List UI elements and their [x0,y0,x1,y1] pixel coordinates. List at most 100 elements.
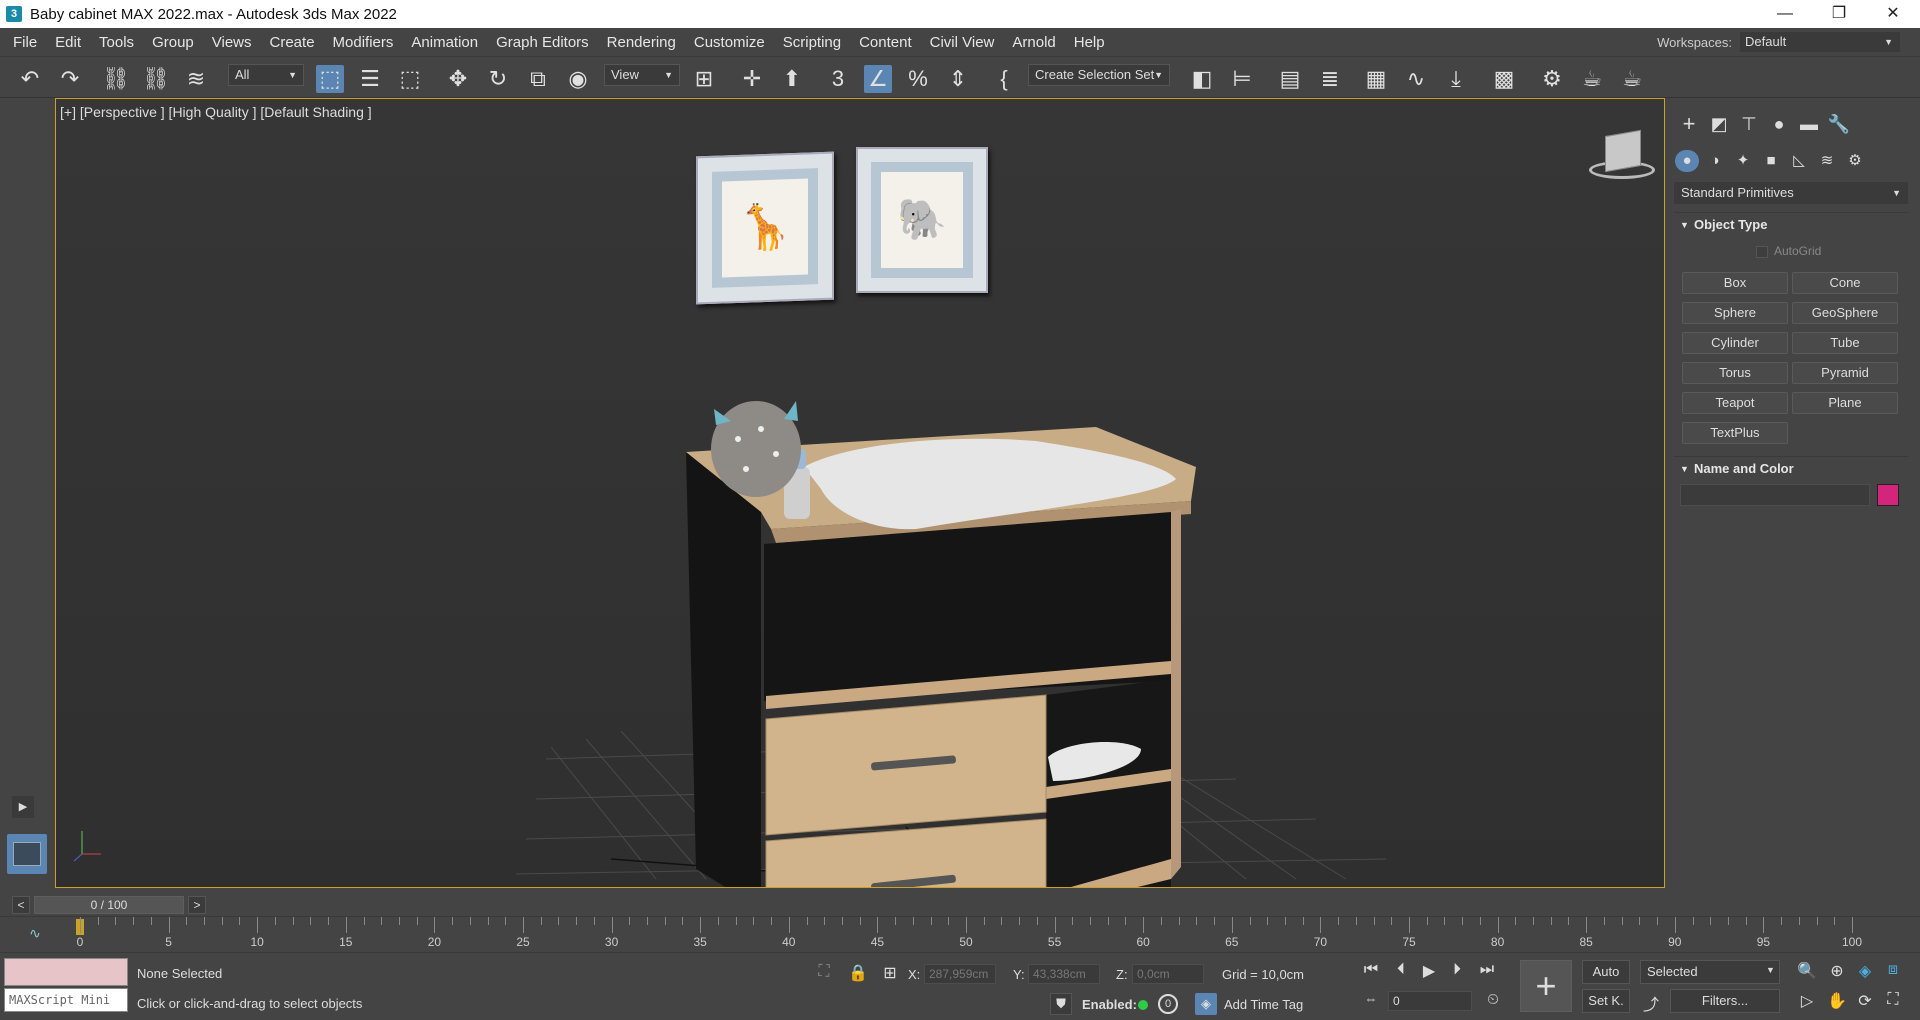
box-button[interactable]: Box [1682,272,1788,294]
undo-icon[interactable]: ↶ [16,65,44,93]
edit-named-selection-icon[interactable]: { [990,65,1018,93]
object-color-swatch[interactable] [1877,484,1899,506]
object-type-rollout[interactable]: Object Type [1674,212,1908,237]
giraffe-picture-frame[interactable]: 🦒 [696,151,834,305]
key-filters-button[interactable]: Filters... [1670,989,1780,1013]
curve-editor-mini-icon[interactable]: ∿ [22,925,48,943]
pan-view-icon[interactable]: ✋ [1826,991,1848,1011]
maxscript-listener-top[interactable] [4,958,128,986]
geosphere-button[interactable]: GeoSphere [1792,302,1898,324]
frame-counter-slider[interactable]: 0 / 100 [34,896,184,914]
viewport-layout-tab[interactable] [7,834,47,874]
cameras-icon[interactable]: ■ [1759,150,1783,172]
align-icon[interactable]: ⊨ [1228,65,1256,93]
set-key-big-button[interactable]: + [1520,960,1572,1012]
modify-tab-icon[interactable]: ◩ [1706,112,1732,136]
key-filter-dropdown[interactable]: Selected [1640,960,1780,984]
zoom-icon[interactable]: 🔍 [1796,961,1818,981]
menu-content[interactable]: Content [850,34,921,51]
maximize-viewport-icon[interactable]: ⛶ [1882,991,1904,1009]
helpers-icon[interactable]: ◺ [1787,150,1811,172]
zoom-extents-icon[interactable]: ◈ [1854,961,1876,981]
space-warps-icon[interactable]: ≋ [1815,150,1839,172]
snaps-toggle-icon[interactable]: 3 [824,65,852,93]
sphere-button[interactable]: Sphere [1682,302,1788,324]
play-icon[interactable]: ▶ [1418,961,1440,981]
baby-changing-cabinet[interactable] [616,389,1216,888]
select-move-icon[interactable]: ✥ [444,65,472,93]
expand-tabs-icon[interactable]: ▶ [12,796,34,818]
menu-edit[interactable]: Edit [46,34,90,51]
orbit-icon[interactable]: ⟳ [1854,991,1876,1011]
minimize-button[interactable]: — [1758,0,1812,28]
link-icon[interactable]: ⛓ [102,65,130,93]
select-scale-icon[interactable]: ⧉ [524,65,552,93]
object-name-field[interactable] [1680,484,1870,506]
close-button[interactable]: ✕ [1866,0,1920,28]
scene-explorer-icon[interactable]: ▤ [1276,65,1304,93]
next-frame-icon[interactable]: ⏵ [1446,961,1468,979]
shapes-icon[interactable]: ◑ [1703,150,1727,172]
menu-file[interactable]: File [0,34,46,51]
named-selection-dropdown[interactable]: Create Selection Set [1028,64,1170,86]
redo-icon[interactable]: ↷ [56,65,84,93]
maxscript-mini-field[interactable]: MAXScript Mini [4,988,128,1012]
cone-button[interactable]: Cone [1792,272,1898,294]
layer-explorer-icon[interactable]: ≣ [1316,65,1344,93]
spinner-snap-icon[interactable]: ⇕ [944,65,972,93]
schematic-view-icon[interactable]: ⤓ [1442,65,1470,93]
menu-scripting[interactable]: Scripting [774,34,850,51]
go-to-start-icon[interactable]: ⏮ [1360,961,1382,979]
zoom-extents-all-icon[interactable]: ⧈ [1882,961,1904,979]
utilities-tab-icon[interactable]: 🔧 [1826,112,1852,136]
viewcube-box[interactable] [1605,129,1641,173]
adaptive-degradation-icon[interactable]: ⛊ [1050,993,1072,1015]
geometry-icon[interactable]: ● [1675,150,1699,172]
key-mode-toggle-icon[interactable]: ⇔ [1360,991,1382,1006]
angle-snap-icon[interactable]: ∠ [864,65,892,93]
z-coordinate-field[interactable]: 0,0cm [1132,964,1204,984]
set-key-button[interactable]: Set K. [1582,989,1630,1013]
toggle-ribbon-icon[interactable]: ▦ [1362,65,1390,93]
menu-graph-editors[interactable]: Graph Editors [487,34,598,51]
auto-key-button[interactable]: Auto [1582,960,1630,984]
current-frame-field[interactable]: 0 [1388,991,1472,1011]
primitive-category-dropdown[interactable]: Standard Primitives [1674,182,1908,204]
y-coordinate-field[interactable]: 43,338cm [1028,964,1100,984]
teapot-button[interactable]: Teapot [1682,392,1788,414]
previous-frame-icon[interactable]: ⏴ [1390,961,1412,979]
menu-customize[interactable]: Customize [685,34,774,51]
render-production-icon[interactable]: ☕ [1618,65,1646,93]
enabled-count-badge[interactable]: 0 [1158,994,1178,1014]
select-object-icon[interactable]: ⬚ [316,65,344,93]
curve-editor-icon[interactable]: ∿ [1402,65,1430,93]
create-tab-icon[interactable]: + [1676,112,1702,136]
name-and-color-rollout[interactable]: Name and Color [1674,456,1908,481]
elephant-picture-frame[interactable]: 🐘 [856,147,988,293]
zoom-all-icon[interactable]: ⊕ [1826,961,1848,981]
select-manipulate-icon[interactable]: ✛ [738,65,766,93]
menu-rendering[interactable]: Rendering [598,34,685,51]
x-coordinate-field[interactable]: 287,959cm [924,964,996,984]
keyboard-shortcut-override-icon[interactable]: ⬆ [778,65,806,93]
menu-tools[interactable]: Tools [90,34,143,51]
hierarchy-tab-icon[interactable]: ⊤ [1736,112,1762,136]
textplus-button[interactable]: TextPlus [1682,422,1788,444]
selection-lock-icon[interactable]: 🔒 [848,963,868,983]
rectangular-selection-icon[interactable]: ⬚ [396,65,424,93]
unlink-icon[interactable]: ⛓ [142,65,170,93]
menu-animation[interactable]: Animation [402,34,487,51]
lights-icon[interactable]: ✦ [1731,150,1755,172]
reference-coordinate-dropdown[interactable]: View [604,64,680,86]
selection-filter-dropdown[interactable]: All [228,64,304,86]
torus-button[interactable]: Torus [1682,362,1788,384]
menu-views[interactable]: Views [203,34,261,51]
menu-group[interactable]: Group [143,34,203,51]
menu-modifiers[interactable]: Modifiers [324,34,403,51]
restore-button[interactable]: ❐ [1812,0,1866,28]
rendered-frame-window-icon[interactable]: ☕ [1578,65,1606,93]
workspace-dropdown[interactable]: Default [1740,32,1900,52]
perspective-viewport[interactable]: [+] [Perspective ] [High Quality ] [Defa… [55,98,1665,888]
viewcube[interactable] [1583,129,1659,183]
time-configuration-icon[interactable]: ⏲ [1482,991,1504,1008]
